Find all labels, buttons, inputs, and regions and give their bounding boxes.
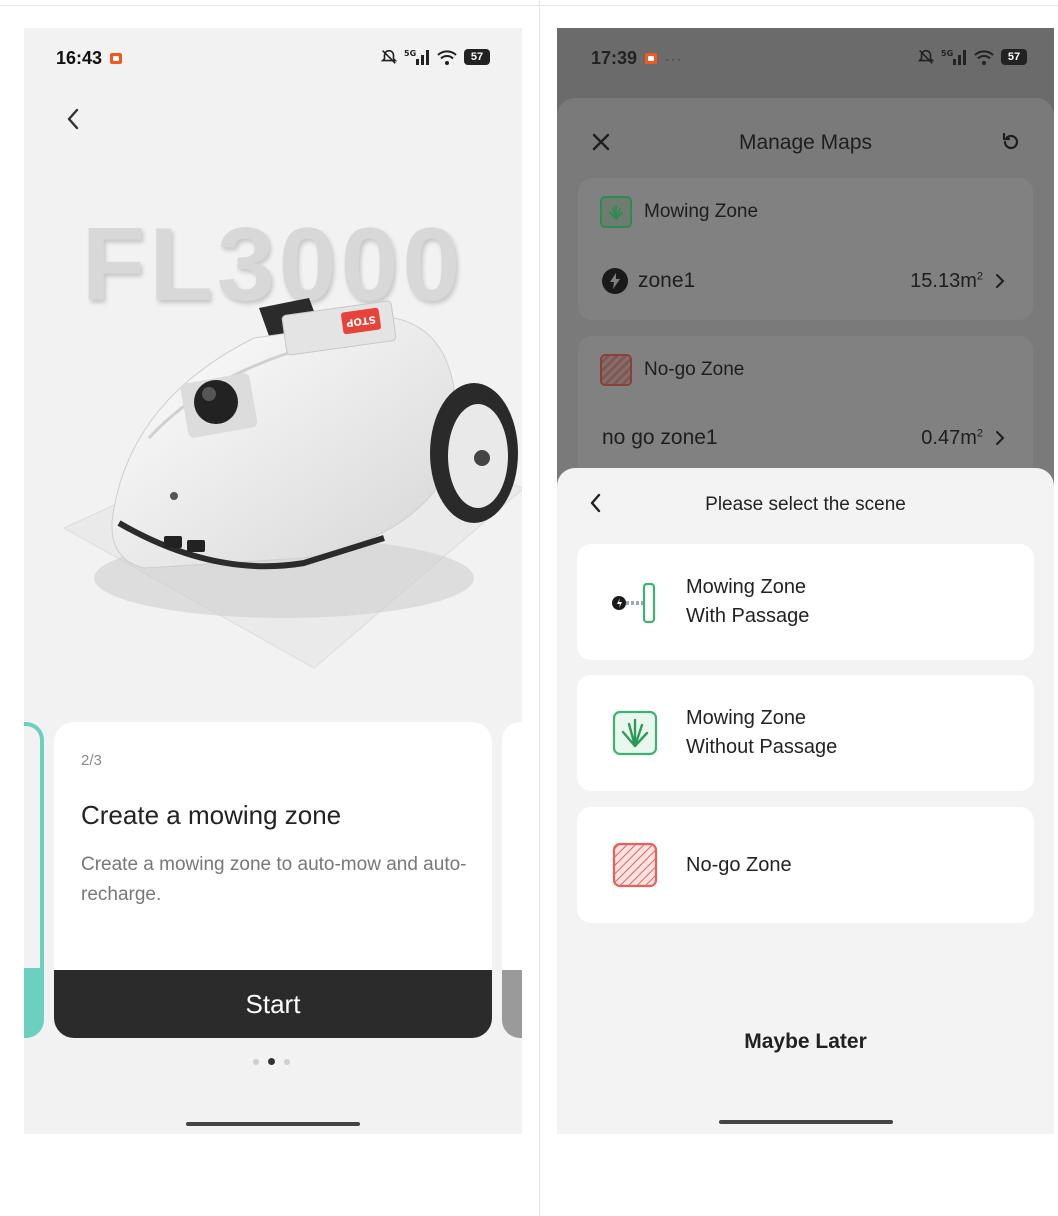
signal-5g-icon: 5G: [941, 49, 966, 65]
signal-5g-icon: 5G: [404, 49, 429, 65]
mute-bell-icon: [380, 49, 398, 64]
option-label: Mowing Zone With Passage: [686, 573, 809, 631]
center-divider: [539, 0, 540, 1216]
option-line1: Mowing Zone: [686, 576, 807, 598]
option-label: Mowing Zone Without Passage: [686, 704, 837, 762]
app-notification-icon: [110, 53, 122, 64]
status-icons: 5G 57: [917, 46, 1027, 68]
chevron-left-icon: [67, 108, 79, 130]
manage-maps-title: Manage Maps: [738, 131, 873, 154]
manage-maps-header: Manage Maps: [557, 98, 1054, 184]
maybe-later-button[interactable]: Maybe Later: [557, 1030, 1054, 1054]
card-description: Create a mowing zone to auto-mow and aut…: [81, 854, 467, 905]
back-button[interactable]: [58, 104, 88, 134]
zone-row-zone1[interactable]: zone1 15.13m2: [602, 268, 1005, 294]
home-indicator[interactable]: [186, 1122, 360, 1126]
mute-bell-icon: [917, 49, 935, 64]
status-bar: 16:43 5G 57: [24, 28, 522, 88]
nogo-zone-header: No-go Zone: [600, 354, 744, 386]
battery-icon: 57: [1001, 49, 1027, 65]
scene-sheet-title: Please select the scene: [705, 494, 906, 515]
option-line1: Mowing Zone: [686, 707, 807, 729]
svg-text:5G: 5G: [941, 49, 953, 58]
app-notification-icon: [645, 53, 657, 64]
svg-text:5G: 5G: [404, 49, 416, 58]
option-label: No-go Zone: [686, 851, 792, 880]
onboarding-card: 2/3 Create a mowing zone Create a mowing…: [54, 722, 492, 1038]
top-divider: [0, 5, 1058, 6]
zone-name: no go zone1: [602, 426, 718, 449]
hatched-square-icon: [600, 354, 632, 386]
status-bar: 17:39 ··· 5G 57: [557, 28, 1054, 88]
status-time: 17:39: [591, 48, 638, 68]
mowing-zone-section: Mowing Zone zone1 15.13m2: [578, 178, 1033, 320]
zone-area-value: 15.13m: [910, 269, 977, 292]
option-line2: With Passage: [686, 605, 810, 627]
option-line2: Without Passage: [686, 736, 838, 758]
scene-sheet-header: Please select the scene: [557, 468, 1054, 538]
nogo-zone-label: No-go Zone: [644, 359, 745, 380]
pager-dot-active[interactable]: [268, 1058, 275, 1065]
wifi-icon: [974, 50, 994, 65]
zone-row-no-go-zone1[interactable]: no go zone1 0.47m2: [602, 426, 1005, 450]
robot-mower-illustration: STOP: [62, 298, 522, 669]
start-button[interactable]: Start: [54, 970, 492, 1038]
battery-icon: 57: [464, 49, 490, 65]
chevron-right-icon: [996, 431, 1005, 445]
home-indicator[interactable]: [719, 1120, 893, 1124]
pager-dot[interactable]: [284, 1058, 290, 1065]
manage-maps-screen: 17:39 ··· 5G 57 Manage Maps Mowing Zone …: [557, 28, 1054, 1134]
option-mowing-zone-with-passage[interactable]: Mowing Zone With Passage: [577, 544, 1034, 660]
more-notifications-indicator: ···: [665, 52, 683, 66]
pager-dots: [253, 1058, 290, 1065]
pager-dot[interactable]: [253, 1058, 259, 1065]
zone-with-passage-icon: [609, 576, 661, 628]
onboarding-screen: 16:43 5G 57 FL3000 STOP 2/3 Create a mow…: [24, 28, 522, 1134]
charging-bolt-icon: [602, 268, 628, 294]
mowing-zone-label: Mowing Zone: [644, 201, 759, 222]
grass-icon: [609, 707, 661, 759]
card-title: Create a mowing zone: [81, 800, 342, 830]
zone-area-value: 0.47m: [921, 426, 977, 449]
status-icons: 5G 57: [380, 46, 490, 68]
option-mowing-zone-without-passage[interactable]: Mowing Zone Without Passage: [577, 675, 1034, 791]
zone-area: 0.47m2: [921, 427, 983, 450]
refresh-button[interactable]: [997, 128, 1025, 156]
wifi-icon: [437, 50, 457, 65]
chevron-right-icon: [996, 274, 1005, 288]
zone-area: 15.13m2: [910, 270, 983, 293]
scene-select-sheet: Please select the scene Mowing Zone With…: [557, 468, 1054, 1134]
option-line1: No-go Zone: [686, 854, 792, 876]
nogo-zone-section: No-go Zone no go zone1 0.47m2: [578, 336, 1033, 486]
status-time: 16:43: [56, 48, 103, 68]
grass-icon: [600, 196, 632, 228]
mowing-zone-header: Mowing Zone: [600, 196, 758, 228]
zone-name: zone1: [638, 269, 696, 292]
zone-area-unit: 2: [976, 426, 983, 439]
refresh-icon: [1002, 132, 1019, 150]
option-no-go-zone[interactable]: No-go Zone: [577, 807, 1034, 923]
hatched-square-icon: [609, 839, 661, 891]
zone-area-unit: 2: [976, 269, 983, 282]
previous-card-preview[interactable]: [24, 722, 44, 1038]
step-indicator: 2/3: [81, 752, 102, 769]
next-card-preview[interactable]: [502, 722, 522, 1038]
